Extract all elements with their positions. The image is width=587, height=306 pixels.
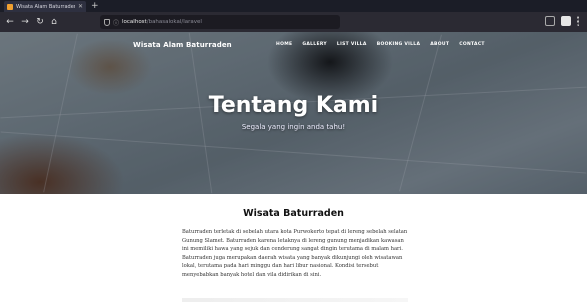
menu-icon[interactable] (577, 16, 581, 26)
hero-subtitle: Segala yang ingin anda tahu! (241, 123, 346, 131)
info-icon[interactable]: ⓘ (113, 18, 119, 27)
url-text: localhost/bahasalokal/laravel (122, 19, 202, 25)
browser-tools (545, 16, 581, 26)
back-icon[interactable]: ← (4, 16, 16, 28)
browser-toolbar: ← → ↻ ⌂ ⓘ localhost/bahasalokal/laravel (0, 12, 587, 32)
url-host: localhost (122, 19, 147, 25)
new-tab-icon[interactable]: + (91, 0, 99, 12)
nav-contact[interactable]: CONTACT (459, 42, 485, 47)
favicon-icon (7, 3, 13, 10)
nav-list-villa[interactable]: LIST VILLA (337, 42, 367, 47)
nav-booking-villa[interactable]: BOOKING VILLA (377, 42, 421, 47)
main-nav: HOME GALLERY LIST VILLA BOOKING VILLA AB… (276, 42, 485, 47)
profile-icon[interactable] (561, 16, 571, 26)
hero-section: Wisata Alam Baturraden HOME GALLERY LIST… (0, 32, 587, 194)
shield-icon (104, 18, 110, 26)
url-path: /bahasalokal/laravel (146, 19, 202, 25)
nav-home[interactable]: HOME (276, 42, 292, 47)
browser-tabbar: Wisata Alam Baturraden - Tr ✕ + (0, 0, 587, 12)
home-icon[interactable]: ⌂ (48, 16, 60, 28)
address-bar[interactable]: ⓘ localhost/bahasalokal/laravel (100, 15, 340, 29)
site-brand[interactable]: Wisata Alam Baturraden (133, 41, 232, 49)
tab-title: Wisata Alam Baturraden - Tr (16, 3, 75, 10)
reload-icon[interactable]: ↻ (34, 16, 46, 28)
section-heading: Wisata Baturraden (243, 208, 344, 219)
faded-text-line (182, 298, 408, 302)
about-paragraph: Baturraden terletak di sebelah utara kot… (182, 229, 408, 278)
browser-tab[interactable]: Wisata Alam Baturraden - Tr ✕ (4, 1, 86, 12)
nav-about[interactable]: ABOUT (430, 42, 449, 47)
forward-icon[interactable]: → (19, 16, 31, 28)
close-tab-icon[interactable]: ✕ (78, 3, 83, 10)
pocket-icon[interactable] (545, 16, 555, 26)
nav-gallery[interactable]: GALLERY (302, 42, 327, 47)
hero-title: Tentang Kami (208, 93, 379, 118)
